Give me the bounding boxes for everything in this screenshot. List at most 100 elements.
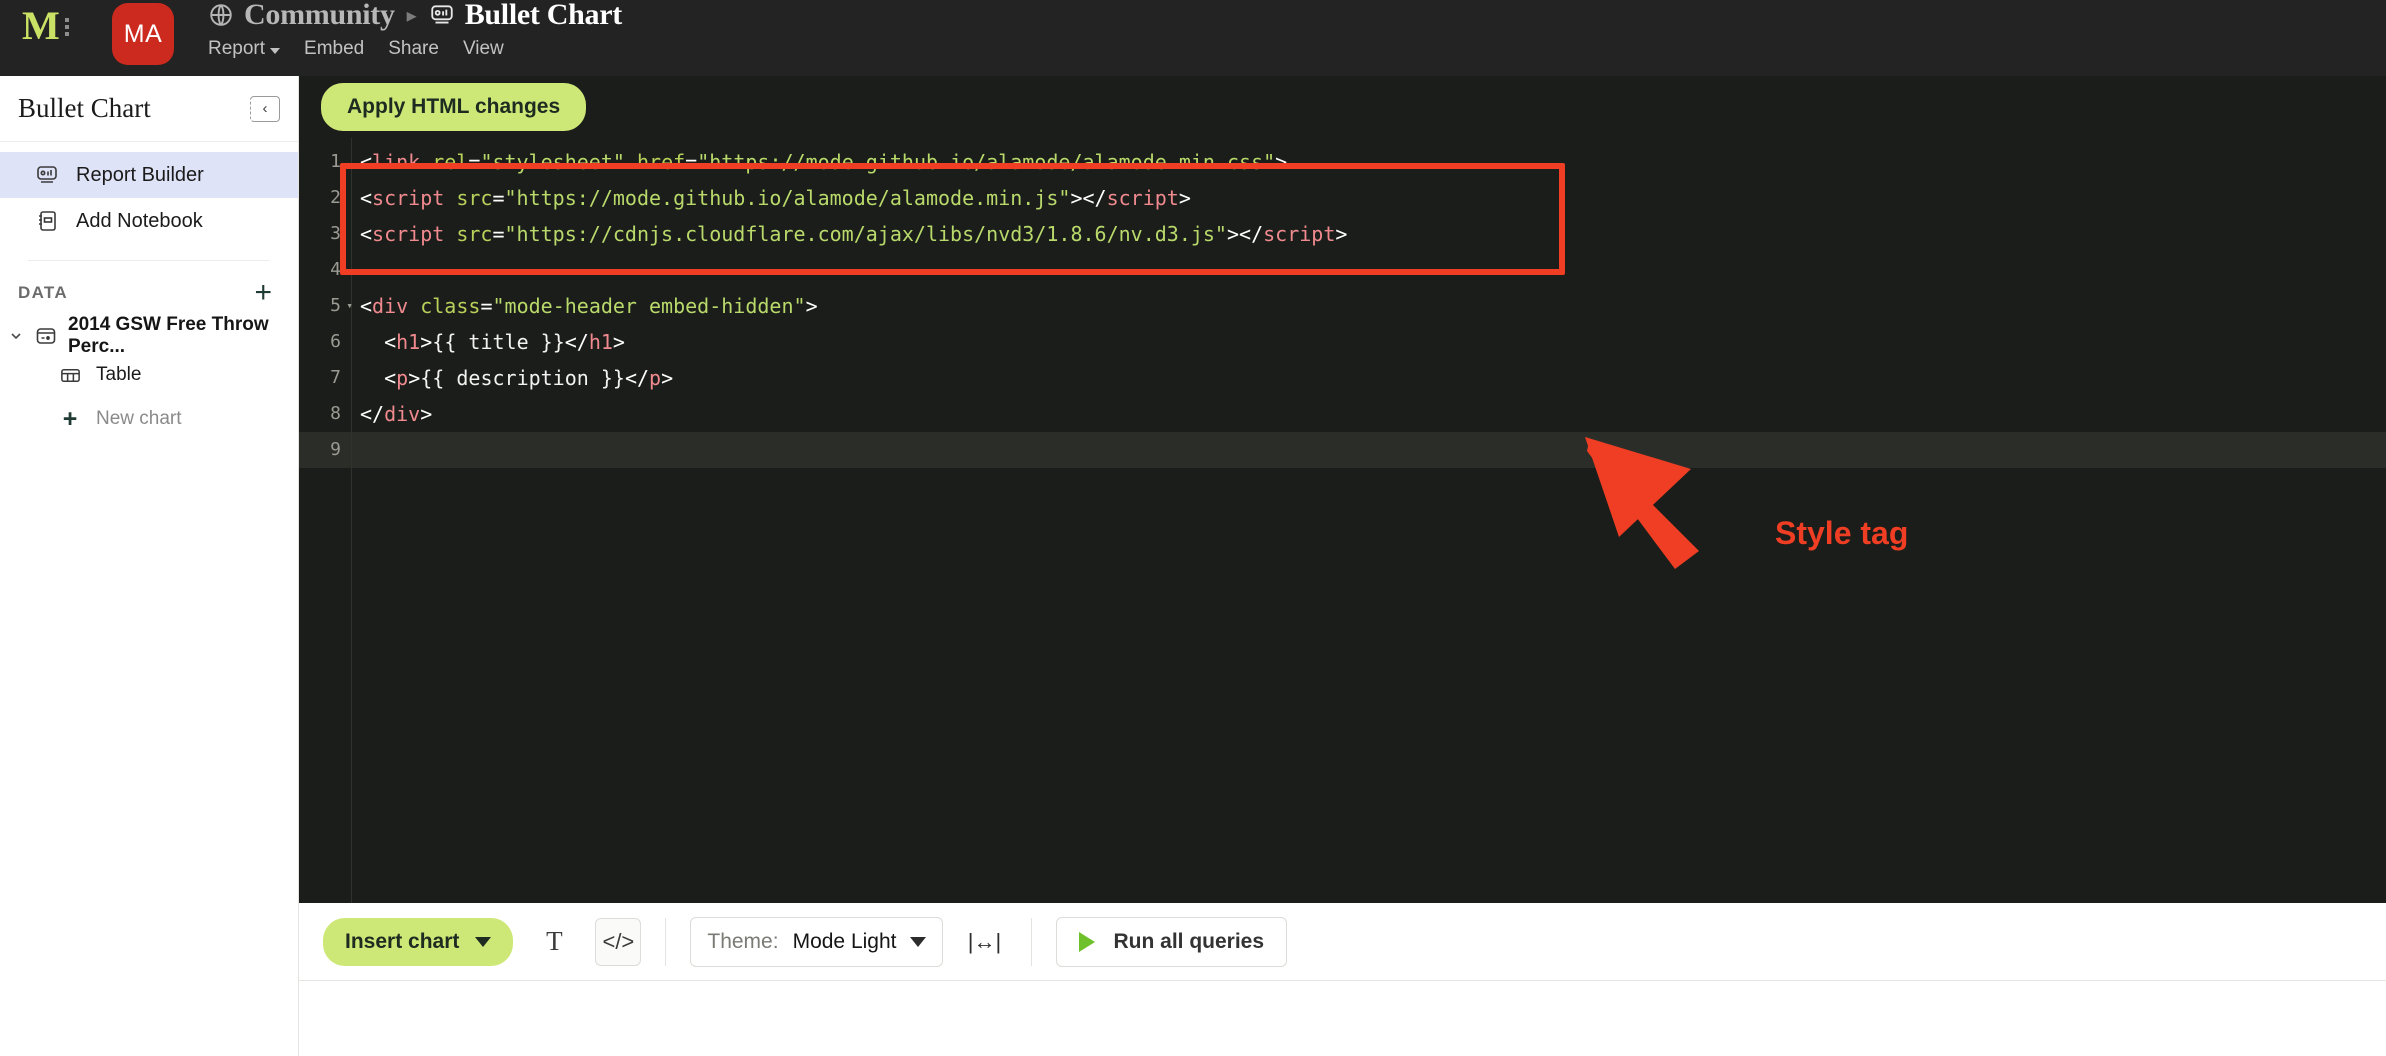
query-icon — [34, 323, 58, 349]
insert-chart-button[interactable]: Insert chart — [323, 917, 514, 966]
sidebar-item-add-notebook[interactable]: Add Notebook — [0, 198, 298, 244]
code-token-punct: </ — [624, 366, 650, 390]
code-token-punct: = — [685, 150, 698, 174]
code-line[interactable]: <div class="mode-header embed-hidden"> — [352, 288, 2386, 324]
code-token-attr: src — [456, 186, 493, 210]
code-token-punct: = — [468, 150, 481, 174]
insert-code-button[interactable]: </> — [595, 917, 642, 966]
dataset-child-table[interactable]: Table — [0, 353, 298, 397]
avatar[interactable]: MA — [112, 3, 174, 65]
top-nav: Report Embed Share View — [208, 38, 504, 60]
fit-width-button[interactable]: |↔| — [961, 918, 1007, 966]
nav-item-share[interactable]: Share — [388, 38, 439, 60]
code-content[interactable]: <link rel="stylesheet" href="https://mod… — [351, 138, 2386, 903]
dataset-child-new-chart[interactable]: + New chart — [0, 397, 298, 441]
code-token-punct: < — [384, 366, 397, 390]
code-token-punct: < — [360, 222, 373, 246]
code-token-tag: div — [384, 402, 421, 426]
code-token-tag: h1 — [396, 330, 421, 354]
globe-icon — [208, 2, 234, 28]
code-token-punct: > — [1275, 150, 1288, 174]
top-bar: M MA Community ▸ Bullet Chart Report Emb… — [0, 0, 2386, 76]
code-token-punct: < — [360, 294, 373, 318]
line-number: 6 — [330, 331, 341, 352]
code-line[interactable] — [352, 432, 2386, 468]
html-editor-region: Apply HTML changes 1 2 3 4 5 ▾ 6 7 8 9 <link rel=… — [299, 76, 2386, 983]
chevron-down-icon[interactable] — [8, 328, 24, 344]
line-number: 9 — [299, 432, 351, 468]
breadcrumb-workspace[interactable]: Community — [244, 0, 395, 32]
data-section-label: DATA — [18, 283, 68, 302]
nav-item-view[interactable]: View — [463, 38, 504, 60]
table-icon — [58, 364, 82, 387]
line-number: 4 — [330, 259, 341, 280]
sidebar: Bullet Chart ‹ Report Builder Add Notebo… — [0, 76, 299, 1056]
dataset-child-new-chart-label: New chart — [96, 408, 182, 429]
chevron-down-icon — [475, 936, 492, 947]
line-number: 1 — [330, 151, 341, 172]
line-number-gutter: 1 2 3 4 5 ▾ 6 7 8 9 — [299, 138, 353, 903]
sidebar-item-report-builder-label: Report Builder — [76, 163, 204, 186]
code-token-attr: class — [420, 294, 481, 318]
dataset-row[interactable]: 2014 GSW Free Throw Perc... — [0, 314, 298, 357]
mode-logo[interactable]: M — [22, 6, 69, 46]
code-token-tag: script — [1106, 186, 1179, 210]
notebook-icon — [34, 208, 60, 234]
code-line[interactable]: <p>{{ description }}</p> — [352, 360, 2386, 396]
nav-item-report-label: Report — [208, 38, 266, 59]
code-editor[interactable]: 1 2 3 4 5 ▾ 6 7 8 9 <link rel="stylesheet" href="… — [299, 138, 2386, 903]
collapse-sidebar-button[interactable]: ‹ — [250, 95, 280, 122]
nav-item-report[interactable]: Report — [208, 38, 281, 60]
code-token-punct: > — [1335, 222, 1348, 246]
theme-label: Theme: — [707, 929, 779, 953]
code-line[interactable]: <script src="https://cdnjs.cloudflare.co… — [352, 216, 2386, 252]
nav-item-embed[interactable]: Embed — [304, 38, 364, 60]
code-line[interactable]: <link rel="stylesheet" href="https://mod… — [352, 144, 2386, 180]
toolbar-divider-2 — [1031, 917, 1033, 966]
code-token-str: "stylesheet" — [480, 150, 625, 174]
add-data-button[interactable]: + — [254, 278, 272, 308]
code-token-punct: = — [492, 222, 505, 246]
plus-icon: + — [62, 404, 78, 433]
code-line[interactable]: <script src="https://mode.github.io/alam… — [352, 180, 2386, 216]
report-canvas-area — [299, 981, 2386, 1056]
run-all-queries-button[interactable]: Run all queries — [1056, 916, 1288, 967]
fit-width-icon: |↔| — [967, 928, 1002, 954]
code-token-tag: script — [1263, 222, 1336, 246]
insert-text-button[interactable]: T — [531, 918, 577, 966]
chevron-left-icon: ‹ — [262, 100, 268, 117]
code-token-tag: script — [372, 222, 445, 246]
toolbar-divider — [665, 917, 667, 966]
dataset-name: 2014 GSW Free Throw Perc... — [68, 314, 269, 357]
code-token-txt: {{ title }} — [432, 330, 565, 354]
code-token-punct: > — [661, 366, 674, 390]
editor-action-bar: Apply HTML changes — [299, 76, 2386, 138]
code-token-attr: href — [636, 150, 686, 174]
code-token-punct: > — [805, 294, 818, 318]
code-token-punct: </ — [360, 402, 385, 426]
sidebar-item-add-notebook-label: Add Notebook — [76, 209, 203, 232]
apply-html-changes-button[interactable]: Apply HTML changes — [321, 83, 587, 131]
sidebar-item-report-builder[interactable]: Report Builder — [0, 152, 298, 198]
report-builder-icon — [34, 162, 60, 188]
play-icon — [1079, 931, 1096, 952]
code-line[interactable]: </div> — [352, 396, 2386, 432]
code-line[interactable] — [352, 252, 2386, 288]
logo-m-icon: M — [22, 3, 60, 48]
chevron-down-icon — [270, 47, 281, 54]
data-section-header: DATA + — [0, 278, 298, 308]
code-line[interactable]: <h1>{{ title }}</h1> — [352, 324, 2386, 360]
code-token-str: "https://cdnjs.cloudflare.com/ajax/libs/… — [504, 222, 1227, 246]
line-number: 2 — [330, 187, 341, 208]
breadcrumb-page-title: Bullet Chart — [464, 0, 623, 31]
line-number: 8 — [330, 403, 341, 424]
code-token-punct: ></ — [1070, 186, 1107, 210]
logo-dots-icon — [64, 16, 69, 36]
theme-select[interactable]: Theme: Mode Light — [690, 916, 944, 967]
code-token-tag: div — [372, 294, 409, 318]
code-token-punct: > — [408, 366, 421, 390]
